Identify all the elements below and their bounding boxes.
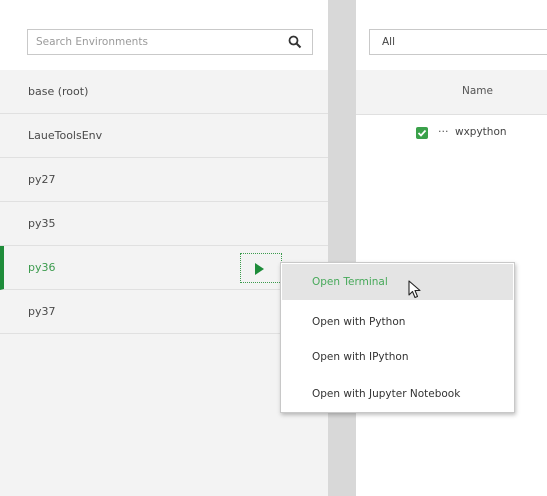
search-input[interactable]	[28, 30, 278, 54]
table-row[interactable]: ... wxpython	[356, 114, 547, 154]
env-item-base-root[interactable]: base (root)	[0, 70, 328, 114]
checkbox-checked-icon[interactable]	[416, 127, 428, 139]
env-label: py37	[28, 305, 56, 318]
filter-area: All	[356, 0, 547, 71]
packages-column-header: Name	[356, 70, 547, 115]
environment-context-menu: Open Terminal Open with Python Open with…	[280, 262, 515, 413]
environment-list: base (root) LaueToolsEnv py27 py35 py36 …	[0, 70, 328, 334]
env-item-py35[interactable]: py35	[0, 202, 328, 246]
env-label: py35	[28, 217, 56, 230]
env-item-py36[interactable]: py36	[0, 246, 328, 290]
menu-item-open-with-jupyter-notebook[interactable]: Open with Jupyter Notebook	[282, 376, 513, 412]
env-item-lauetoolsenv[interactable]: LaueToolsEnv	[0, 114, 328, 158]
environments-panel: base (root) LaueToolsEnv py27 py35 py36 …	[0, 0, 328, 496]
packages-panel: All Name ... wxpython	[356, 0, 547, 496]
env-item-py37[interactable]: py37	[0, 290, 328, 334]
env-label: LaueToolsEnv	[28, 129, 103, 142]
env-label: py36	[28, 261, 56, 274]
search-box[interactable]	[27, 29, 313, 55]
menu-item-open-terminal[interactable]: Open Terminal	[282, 264, 513, 300]
env-item-py27[interactable]: py27	[0, 158, 328, 202]
env-label: base (root)	[28, 85, 89, 98]
package-name: wxpython	[455, 126, 507, 138]
package-filter-select[interactable]: All	[369, 29, 547, 55]
search-area	[0, 0, 328, 71]
column-header-name[interactable]: Name	[462, 70, 493, 113]
menu-item-open-with-ipython[interactable]: Open with IPython	[282, 339, 513, 375]
mouse-pointer-icon	[408, 280, 421, 299]
play-icon[interactable]	[255, 263, 264, 275]
panel-divider[interactable]	[328, 0, 356, 496]
search-icon[interactable]	[288, 35, 302, 49]
filter-selected-value: All	[382, 36, 396, 48]
env-run-button[interactable]	[240, 253, 282, 283]
menu-item-open-with-python[interactable]: Open with Python	[282, 304, 513, 340]
package-ellipsis: ...	[438, 122, 449, 135]
env-label: py27	[28, 173, 56, 186]
